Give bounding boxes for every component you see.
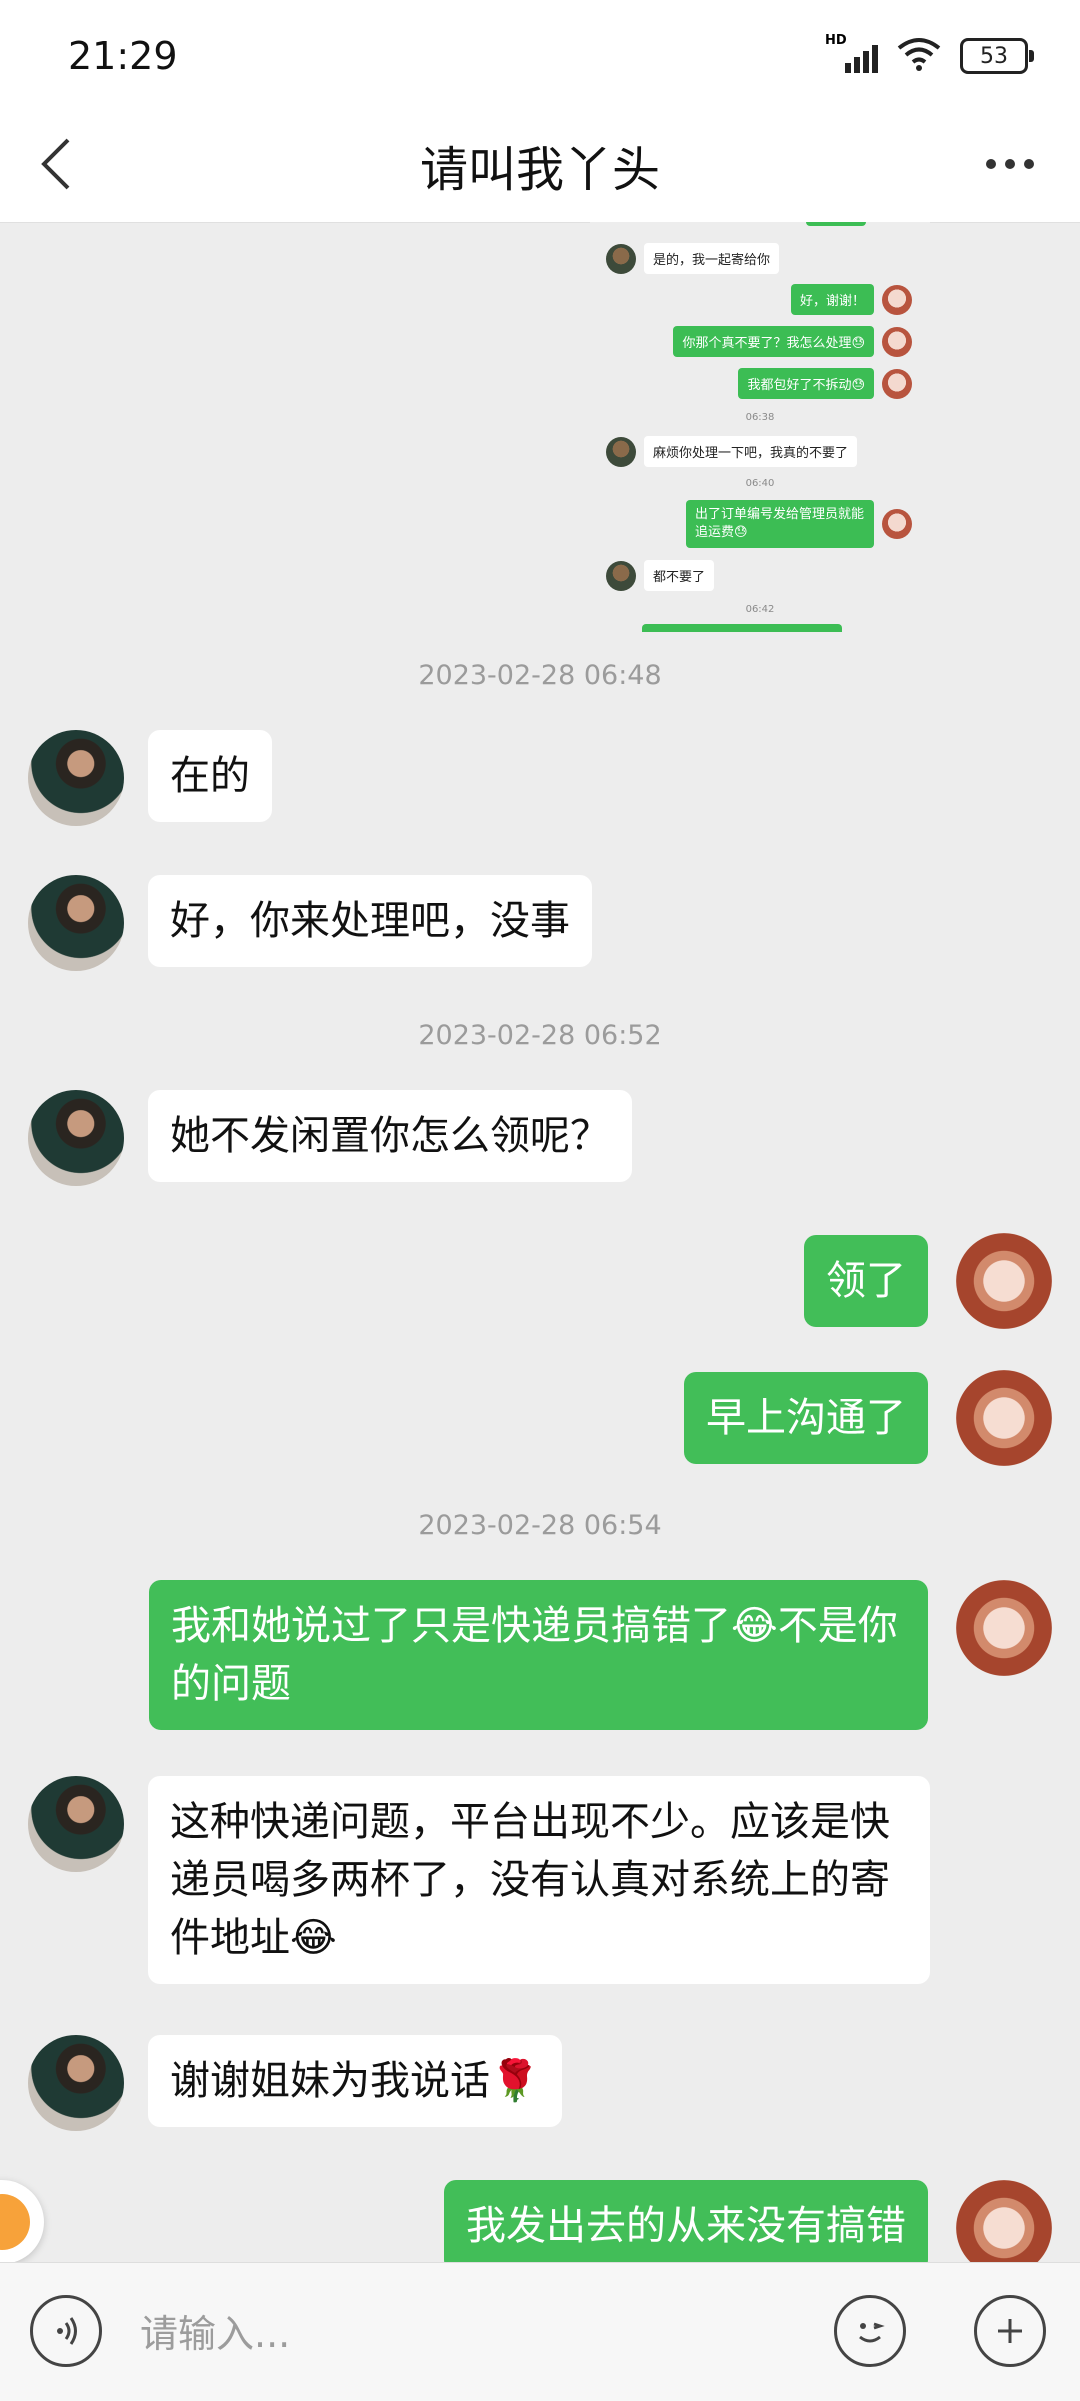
message-bubble[interactable]: 好，你来处理吧，没事 [148, 875, 592, 967]
preview-message: 我都包好了不拆动😓 [738, 368, 912, 399]
preview-time: 06:42 [745, 604, 775, 615]
message-bubble[interactable]: 这种快递问题，平台出现不少。应该是快递员喝多两杯了，没有认真对系统上的寄件地址😂 [148, 1776, 930, 1984]
avatar [606, 560, 636, 591]
message-timestamp: 2023-02-28 06:54 [418, 1510, 662, 1541]
avatar[interactable] [28, 730, 124, 826]
plus-icon [998, 2319, 1022, 2343]
message-row: 我和她说过了只是快递员搞错了😂不是你的问题 [149, 1580, 1052, 1730]
preview-time: 06:40 [745, 478, 775, 489]
avatar [606, 436, 636, 467]
avatar[interactable] [956, 1233, 1052, 1329]
avatar[interactable] [956, 1370, 1052, 1466]
network-label: HD [825, 33, 847, 48]
message-bubble[interactable]: 早上沟通了 [684, 1372, 928, 1464]
status-icons: HD 53 [825, 33, 1034, 78]
floating-shortcut-button[interactable] [0, 2180, 44, 2264]
voice-button[interactable] [30, 2295, 102, 2367]
wifi-icon [896, 36, 942, 76]
preview-message: 都不要了 [606, 560, 715, 591]
preview-time: 06:38 [745, 412, 775, 423]
message-bubble[interactable]: 她不发闲置你怎么领呢？ [148, 1090, 632, 1182]
avatar [882, 326, 912, 357]
message-bubble[interactable]: 我发出去的从来没有搞错 [444, 2180, 928, 2272]
message-bubble[interactable]: 领了 [804, 1235, 928, 1327]
battery-level: 53 [980, 43, 1008, 69]
message-timestamp: 2023-02-28 06:52 [418, 1020, 662, 1051]
avatar [882, 368, 912, 399]
preview-message: 你那个真不要了？我怎么处理😓 [673, 326, 912, 357]
chat-header: 请叫我丫头 [0, 110, 1080, 223]
input-bar: 请输入... [0, 2262, 1080, 2401]
message-bubble[interactable]: 谢谢姐妹为我说话🌹 [148, 2035, 562, 2127]
message-bubble[interactable]: 在的 [148, 730, 272, 822]
preview-message: 出了订单编号发给管理员就能追运费😓 [686, 500, 912, 548]
avatar[interactable] [956, 1580, 1052, 1676]
avatar [882, 509, 912, 539]
message-row: 她不发闲置你怎么领呢？ [28, 1090, 632, 1186]
message-row: 在的 [28, 730, 272, 826]
preview-message: 好，谢谢！ [790, 284, 912, 315]
emoji-button[interactable] [834, 2295, 906, 2367]
more-dots-icon [986, 159, 1034, 169]
battery-icon: 53 [960, 38, 1034, 74]
avatar[interactable] [28, 2035, 124, 2131]
preview-message: 是的，我一起寄给你 [606, 243, 780, 274]
chat-title: 请叫我丫头 [419, 142, 660, 198]
signal-icon: HD [825, 33, 878, 73]
message-input[interactable]: 请输入... [140, 2303, 290, 2358]
avatar [606, 243, 636, 274]
avatar[interactable] [28, 1776, 124, 1872]
message-row: 好，你来处理吧，没事 [28, 875, 592, 971]
message-timestamp: 2023-02-28 06:48 [418, 660, 662, 691]
avatar[interactable] [28, 1090, 124, 1186]
smiley-icon [859, 2322, 885, 2343]
chat-screenshot-image[interactable]: 是的，我一起寄给你 好，谢谢！ 你那个真不要了？我怎么处理😓 我都包好了不拆动😓… [590, 222, 930, 632]
message-row: 这种快递问题，平台出现不少。应该是快递员喝多两杯了，没有认真对系统上的寄件地址😂 [28, 1776, 930, 1984]
message-bubble[interactable]: 我和她说过了只是快递员搞错了😂不是你的问题 [149, 1580, 928, 1730]
avatar [882, 284, 912, 315]
avatar[interactable] [28, 875, 124, 971]
status-time: 21:29 [68, 34, 178, 78]
message-row: 早上沟通了 [684, 1370, 1052, 1466]
more-button[interactable] [970, 128, 1050, 200]
voice-icon [57, 2317, 77, 2345]
message-row: 领了 [804, 1233, 1052, 1329]
message-row: 谢谢姐妹为我说话🌹 [28, 2035, 562, 2131]
status-bar: 21:29 HD 53 [0, 0, 1080, 110]
add-button[interactable] [974, 2295, 1046, 2367]
shortcut-icon [0, 2194, 30, 2250]
preview-message: 麻烦你处理一下吧，我真的不要了 [606, 436, 858, 467]
